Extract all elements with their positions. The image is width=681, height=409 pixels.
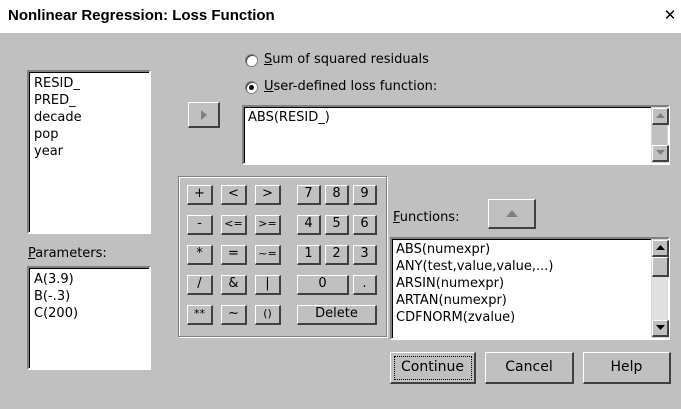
keypad-key[interactable]: 6 <box>353 215 377 235</box>
keypad-key[interactable]: ~= <box>255 245 281 265</box>
close-icon[interactable] <box>661 6 679 24</box>
keypad-key[interactable]: 2 <box>325 245 349 265</box>
keypad-key[interactable]: () <box>255 305 281 325</box>
cancel-button[interactable]: Cancel <box>485 352 574 384</box>
keypad-key[interactable]: | <box>255 275 281 295</box>
list-item[interactable]: PRED_ <box>34 92 144 109</box>
keypad-key[interactable]: 7 <box>297 185 321 205</box>
radio-user-defined-label[interactable]: User-defined loss function: <box>264 79 437 94</box>
variable-list[interactable]: RESID_ PRED_ decade pop year <box>27 70 151 234</box>
dialog-title: Nonlinear Regression: Loss Function <box>8 7 275 24</box>
expression-scrollbar[interactable] <box>651 107 669 163</box>
list-item[interactable]: C(200) <box>34 305 144 322</box>
insert-function-button[interactable] <box>488 199 536 229</box>
expression-textarea[interactable]: ABS(RESID_) <box>242 105 670 165</box>
up-arrow-icon <box>655 113 665 118</box>
keypad-key[interactable]: < <box>221 185 247 205</box>
functions-label-rest: unctions: <box>399 210 460 225</box>
keypad-key[interactable]: > <box>255 185 281 205</box>
keypad-key[interactable]: & <box>221 275 247 295</box>
radio-user-defined-text: ser-defined loss function: <box>273 79 438 94</box>
list-item[interactable]: A(3.9) <box>34 271 144 288</box>
radio-sum-squared[interactable] <box>245 54 258 67</box>
parameters-list[interactable]: A(3.9) B(-.3) C(200) <box>27 266 151 370</box>
functions-label: Functions: <box>393 210 460 225</box>
keypad-key[interactable]: = <box>221 245 247 265</box>
radio-sum-squared-text: um of squared residuals <box>272 52 429 67</box>
down-arrow-icon <box>655 325 665 330</box>
list-item[interactable]: RESID_ <box>34 75 144 92</box>
continue-button[interactable]: Continue <box>390 352 476 384</box>
list-item[interactable]: pop <box>34 126 144 143</box>
keypad-key[interactable]: 4 <box>297 215 321 235</box>
keypad-key[interactable]: 9 <box>353 185 377 205</box>
keypad-key[interactable]: >= <box>255 215 281 235</box>
keypad-key[interactable]: 1 <box>297 245 321 265</box>
scroll-down-button[interactable] <box>652 320 669 337</box>
parameters-label: Parameters: <box>28 246 107 261</box>
keypad-key[interactable]: . <box>353 275 377 295</box>
list-item[interactable]: ABS(numexpr) <box>396 241 664 258</box>
title-bar: Nonlinear Regression: Loss Function <box>0 0 681 33</box>
list-item[interactable]: ARTAN(numexpr) <box>396 292 664 309</box>
list-item[interactable]: year <box>34 143 144 160</box>
keypad-key[interactable]: ~ <box>221 305 247 325</box>
functions-scrollbar[interactable] <box>651 239 669 338</box>
keypad-key[interactable]: <= <box>221 215 247 235</box>
scroll-up-button[interactable] <box>652 240 669 257</box>
keypad-key[interactable]: - <box>187 215 213 235</box>
scroll-up-button[interactable] <box>652 108 669 125</box>
radio-user-defined[interactable] <box>245 81 258 94</box>
keypad-key[interactable]: 0 <box>297 275 349 295</box>
expression-text: ABS(RESID_) <box>248 110 330 125</box>
parameters-label-rest: arameters: <box>35 246 107 261</box>
keypad-key[interactable]: 3 <box>353 245 377 265</box>
scroll-thumb[interactable] <box>652 257 669 277</box>
loss-function-dialog: Nonlinear Regression: Loss Function RESI… <box>0 0 681 409</box>
list-item[interactable]: CDFNORM(zvalue) <box>396 309 664 326</box>
calculator-keypad: + < >7 8 9 - <= >= 4 5 6 * = ~= 1 2 3 /& | 0. ** ~ () Delete <box>178 176 387 337</box>
keypad-key[interactable]: + <box>187 185 213 205</box>
scroll-down-button[interactable] <box>652 145 669 162</box>
list-item[interactable]: decade <box>34 109 144 126</box>
keypad-key[interactable]: 8 <box>325 185 349 205</box>
move-to-expression-button[interactable] <box>188 102 220 128</box>
list-item[interactable]: ANY(test,value,value,...) <box>396 258 664 275</box>
help-button[interactable]: Help <box>583 352 671 384</box>
keypad-key[interactable]: 5 <box>325 215 349 235</box>
keypad-key[interactable]: * <box>187 245 213 265</box>
right-arrow-icon <box>200 110 207 120</box>
list-item[interactable]: B(-.3) <box>34 288 144 305</box>
keypad-key[interactable]: / <box>187 275 213 295</box>
keypad-key[interactable]: Delete <box>297 305 377 325</box>
keypad-key[interactable]: ** <box>187 305 213 325</box>
functions-list[interactable]: ABS(numexpr) ANY(test,value,value,...) A… <box>390 237 670 340</box>
down-arrow-icon <box>655 150 665 155</box>
list-item[interactable]: ARSIN(numexpr) <box>396 275 664 292</box>
up-arrow-icon <box>505 210 518 217</box>
radio-sum-squared-label[interactable]: Sum of squared residuals <box>264 52 429 67</box>
up-arrow-icon <box>655 245 665 250</box>
